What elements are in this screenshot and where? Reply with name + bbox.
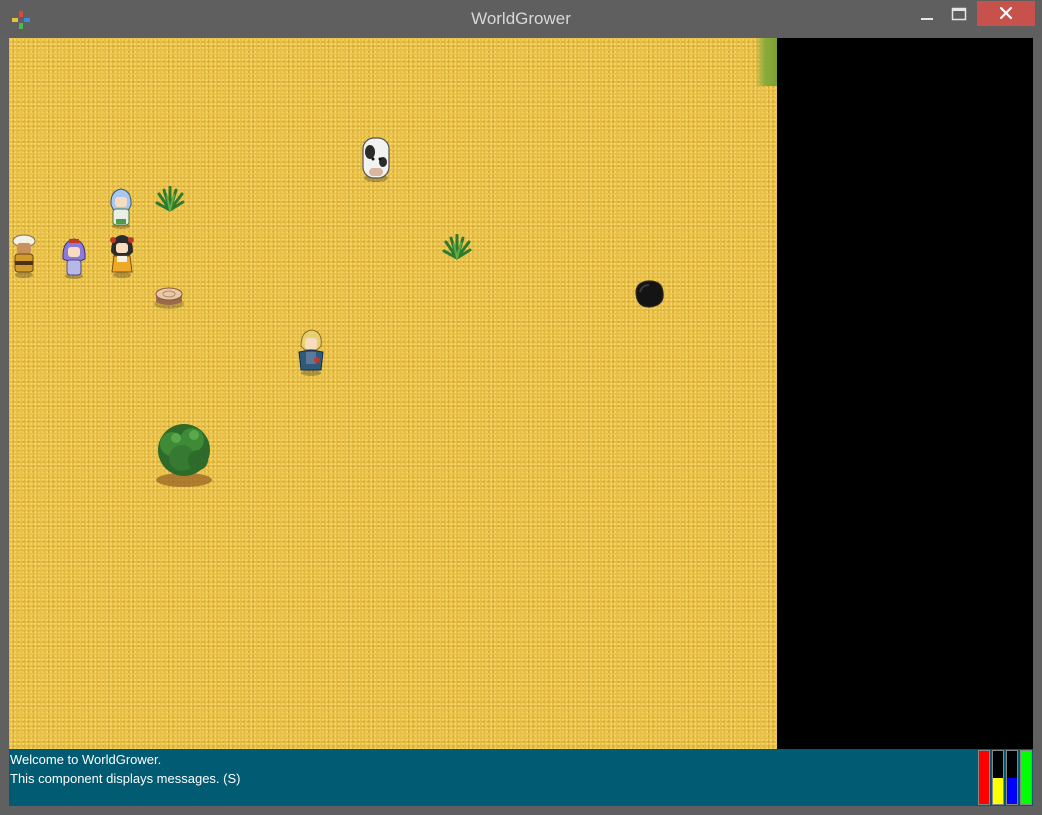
minimize-button[interactable] [912,1,942,26]
water-bar-fill [1007,777,1017,804]
message-panel: Welcome to WorldGrower. This component d… [9,749,977,806]
close-button[interactable] [977,1,1035,26]
grass-edge [755,38,777,86]
application-window: WorldGrower Welcome to WorldGrower. This… [0,0,1042,815]
villager-icon[interactable] [9,232,39,278]
close-icon [999,6,1013,20]
status-bars [977,749,1033,806]
energy-bar-fill [1021,751,1031,804]
health-bar-fill [979,751,989,804]
grass-tuft-icon [442,234,472,260]
title-bar[interactable]: WorldGrower [0,0,1042,38]
game-map[interactable] [9,38,777,749]
villager-icon[interactable] [59,235,89,279]
health-bar [978,750,990,805]
message-line: This component displays messages. (S) [10,771,241,786]
maximize-button[interactable] [944,1,974,26]
bush-icon [156,424,212,487]
villager-icon[interactable] [107,232,137,278]
tree-stump-icon [154,287,184,309]
water-bar [1006,750,1018,805]
food-bar [992,750,1004,805]
hole-icon [635,280,664,308]
energy-bar [1020,750,1032,805]
minimize-icon [921,18,933,20]
player-character-icon[interactable] [295,328,327,376]
cow-icon[interactable] [358,134,394,184]
message-line: Welcome to WorldGrower. [10,752,162,767]
food-bar-fill [993,777,1003,804]
window-title: WorldGrower [471,9,571,28]
side-panel [777,38,1033,749]
villager-icon[interactable] [106,185,136,229]
grass-tuft-icon [155,186,185,212]
maximize-icon [951,7,967,21]
